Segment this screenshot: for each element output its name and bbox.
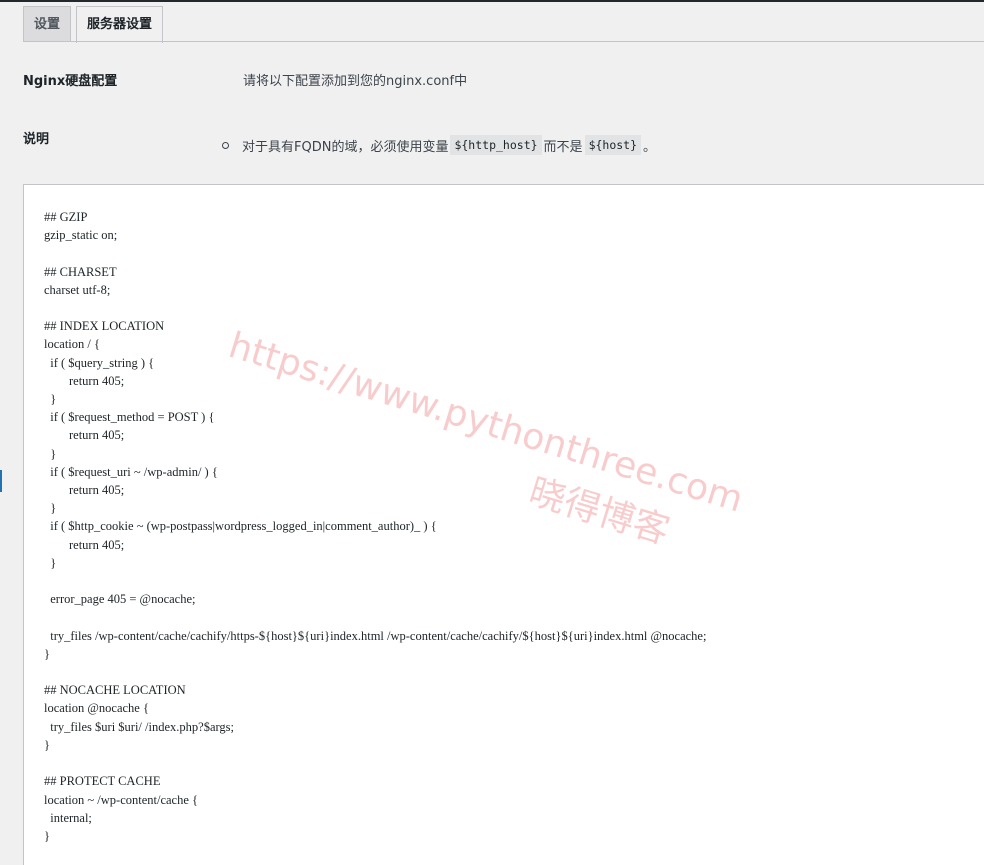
code-http-host: ${http_host}: [450, 135, 542, 155]
circle-bullet-icon: [222, 141, 229, 149]
tabs-divider: [23, 41, 984, 42]
tab-server-settings[interactable]: 服务器设置: [76, 6, 164, 43]
description-label: 说明: [23, 132, 50, 147]
nginx-config-label: Nginx硬盘配置: [23, 74, 118, 89]
server-settings-page: 设置 服务器设置 Nginx硬盘配置 请将以下配置添加到您的nginx.conf…: [0, 0, 984, 865]
tab-settings[interactable]: 设置: [23, 6, 72, 42]
settings-tabs: 设置 服务器设置: [23, 6, 168, 43]
admin-top-bar-edge: [0, 0, 984, 2]
note-text-after: 。: [643, 139, 657, 155]
code-host: ${host}: [584, 135, 642, 155]
note-text-middle: 而不是: [543, 139, 583, 155]
nginx-config-code[interactable]: ## GZIP gzip_static on; ## CHARSET chars…: [24, 185, 984, 845]
nginx-config-code-box[interactable]: ## GZIP gzip_static on; ## CHARSET chars…: [23, 184, 984, 865]
description-note: 对于具有FQDN的域，必须使用变量 ${http_host} 而不是 ${hos…: [222, 135, 656, 155]
note-text-before: 对于具有FQDN的域，必须使用变量: [242, 139, 449, 155]
admin-menu-indicator: [0, 470, 2, 492]
nginx-config-instruction: 请将以下配置添加到您的nginx.conf中: [243, 74, 468, 89]
